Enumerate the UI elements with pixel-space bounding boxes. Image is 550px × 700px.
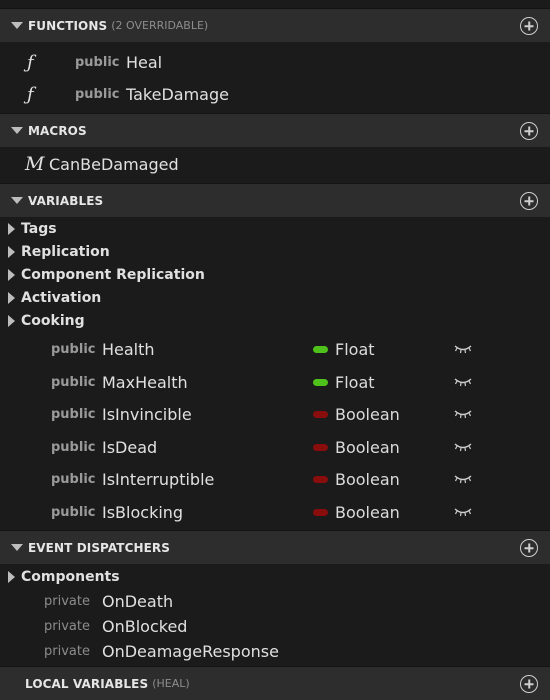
collapse-caret-icon[interactable] [11, 127, 23, 134]
variable-item-isinvincible[interactable]: public IsInvincible Boolean [0, 399, 550, 429]
category-label: Components [21, 569, 120, 585]
type-pill-icon[interactable] [313, 345, 328, 353]
function-name: Heal [126, 52, 163, 72]
variable-name: Health [102, 339, 155, 359]
access-label: public [51, 439, 96, 455]
macros-title: MACROS [28, 123, 87, 138]
variable-type[interactable]: Boolean [335, 470, 400, 489]
eye-closed-icon[interactable] [453, 407, 473, 421]
macros-header[interactable]: MACROS [0, 113, 550, 147]
access-label: public [75, 86, 120, 102]
eye-closed-icon[interactable] [453, 375, 473, 389]
variable-type[interactable]: Float [335, 373, 375, 392]
variable-item-isdead[interactable]: public IsDead Boolean [0, 432, 550, 462]
add-local-variable-button[interactable] [520, 675, 538, 693]
expand-caret-icon[interactable] [8, 292, 15, 304]
variable-item-health[interactable]: public Health Float [0, 334, 550, 364]
expand-caret-icon[interactable] [8, 269, 15, 281]
type-pill-icon[interactable] [313, 378, 328, 386]
eye-closed-icon[interactable] [453, 342, 473, 356]
variable-name: IsDead [102, 437, 158, 457]
function-item-takedamage[interactable]: ƒ public TakeDamage [0, 79, 550, 109]
macro-item-canbedamaged[interactable]: M CanBeDamaged [0, 149, 550, 179]
variable-type[interactable]: Float [335, 340, 375, 359]
eye-closed-icon[interactable] [453, 440, 473, 454]
collapse-caret-icon[interactable] [11, 544, 23, 551]
category-label: Replication [21, 244, 110, 260]
category-label: Component Replication [21, 267, 205, 283]
category-replication[interactable]: Replication [0, 241, 550, 263]
local-variables-header[interactable]: LOCAL VARIABLES (HEAL) [0, 666, 550, 700]
access-label: public [51, 504, 96, 520]
variable-type[interactable]: Boolean [335, 503, 400, 522]
category-label: Cooking [21, 313, 85, 329]
type-pill-icon[interactable] [313, 475, 328, 483]
collapse-caret-icon[interactable] [11, 22, 23, 29]
variable-name: IsInvincible [102, 404, 192, 424]
variables-header[interactable]: VARIABLES [0, 183, 550, 217]
variable-type[interactable]: Boolean [335, 405, 400, 424]
variable-name: IsBlocking [102, 502, 184, 522]
variables-title: VARIABLES [28, 193, 104, 208]
add-function-button[interactable] [520, 17, 538, 35]
macro-name: CanBeDamaged [49, 154, 179, 174]
variable-item-isblocking[interactable]: public IsBlocking Boolean [0, 497, 550, 527]
event-dispatchers-header[interactable]: EVENT DISPATCHERS [0, 530, 550, 564]
variable-name: MaxHealth [102, 372, 188, 392]
type-pill-icon[interactable] [313, 508, 328, 516]
macro-icon: M [25, 153, 45, 175]
dispatcher-name: OnBlocked [102, 616, 188, 636]
expand-caret-icon[interactable] [8, 223, 15, 235]
eye-closed-icon[interactable] [453, 472, 473, 486]
variable-type[interactable]: Boolean [335, 438, 400, 457]
function-icon: ƒ [27, 83, 34, 105]
function-icon: ƒ [27, 51, 34, 73]
category-activation[interactable]: Activation [0, 287, 550, 309]
expand-caret-icon[interactable] [8, 246, 15, 258]
access-label: private [44, 643, 90, 659]
category-tags[interactable]: Tags [0, 218, 550, 240]
access-label: public [51, 374, 96, 390]
access-label: private [44, 593, 90, 609]
dispatcher-item-ondeamageresponse[interactable]: private OnDeamageResponse [0, 636, 550, 666]
collapse-caret-icon[interactable] [11, 197, 23, 204]
function-name: TakeDamage [126, 84, 229, 104]
category-label: Tags [21, 221, 57, 237]
local-variables-title: LOCAL VARIABLES [25, 676, 149, 691]
category-component-replication[interactable]: Component Replication [0, 264, 550, 286]
type-pill-icon[interactable] [313, 443, 328, 451]
access-label: public [51, 341, 96, 357]
eye-closed-icon[interactable] [453, 505, 473, 519]
add-event-dispatcher-button[interactable] [520, 539, 538, 557]
access-label: private [44, 618, 90, 634]
add-macro-button[interactable] [520, 122, 538, 140]
functions-header[interactable]: FUNCTIONS (2 OVERRIDABLE) [0, 8, 550, 42]
variable-item-isinterruptible[interactable]: public IsInterruptible Boolean [0, 464, 550, 494]
type-pill-icon[interactable] [313, 410, 328, 418]
function-item-heal[interactable]: ƒ public Heal [0, 47, 550, 77]
event-dispatchers-title: EVENT DISPATCHERS [28, 540, 171, 555]
category-cooking[interactable]: Cooking [0, 310, 550, 332]
variable-name: IsInterruptible [102, 469, 215, 489]
local-variables-subtitle: (HEAL) [152, 677, 190, 690]
functions-title: FUNCTIONS [28, 18, 108, 33]
access-label: public [51, 471, 96, 487]
expand-caret-icon[interactable] [8, 315, 15, 327]
functions-subtitle: (2 OVERRIDABLE) [111, 19, 209, 32]
dispatcher-name: OnDeath [102, 591, 174, 611]
expand-caret-icon[interactable] [8, 571, 15, 583]
dispatcher-name: OnDeamageResponse [102, 641, 279, 661]
category-label: Activation [21, 290, 102, 306]
my-blueprint-panel: FUNCTIONS (2 OVERRIDABLE) ƒ public Heal … [0, 0, 550, 700]
add-variable-button[interactable] [520, 192, 538, 210]
category-components[interactable]: Components [0, 566, 550, 588]
access-label: public [75, 54, 120, 70]
access-label: public [51, 406, 96, 422]
variable-item-maxhealth[interactable]: public MaxHealth Float [0, 367, 550, 397]
